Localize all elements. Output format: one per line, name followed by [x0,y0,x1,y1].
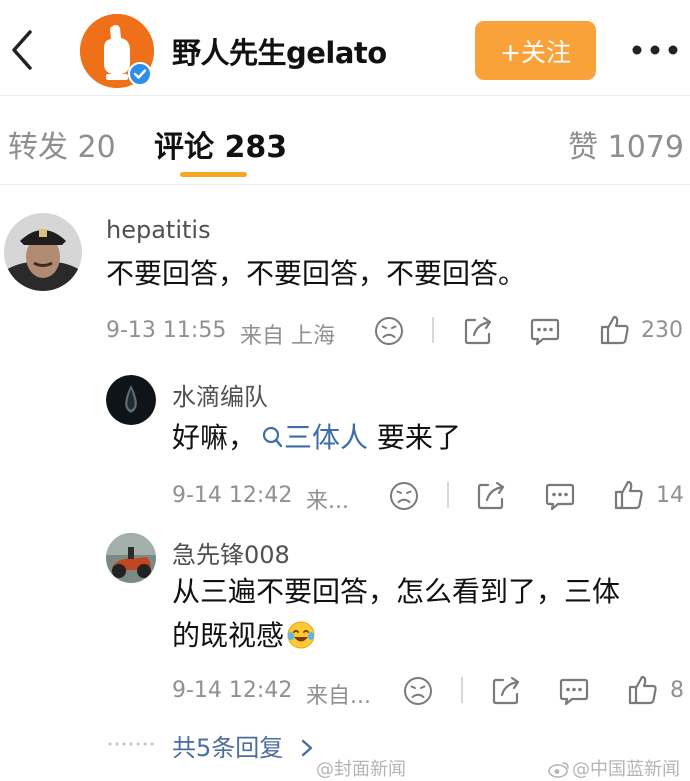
comment-icon [530,318,560,346]
reply-time: 9-14 12:42 [172,678,293,703]
watermark-right: @中国蓝新闻 [548,755,680,781]
comment-username[interactable]: hepatitis [106,216,211,244]
share-icon [492,676,520,705]
weibo-logo-icon [548,762,569,778]
comment-time: 9-13 11:55 [106,318,227,343]
like-count: 14 [656,483,684,508]
chevron-right-icon [301,739,313,757]
reply-dots-divider [108,742,154,746]
tab-like[interactable]: 赞 1079 [568,122,684,166]
like-button[interactable] [612,478,646,512]
follow-button[interactable]: +关注 [475,21,596,80]
like-count: 230 [641,318,683,343]
share-icon [464,316,492,345]
share-button[interactable] [474,479,508,513]
reply-username[interactable]: 急先锋008 [172,535,290,570]
reply-text-suffix: 要来了 [368,421,461,454]
comment-button[interactable] [528,314,562,348]
reply-text-line2-words: 的既视感 [172,619,285,652]
author-name[interactable]: 野人先生gelato [172,30,387,72]
tab-comment[interactable]: 评论 283 [154,122,287,166]
reply-location: 来自... [306,684,371,709]
more-button[interactable] [625,38,685,62]
reply-text-line2: 的既视感 [172,617,316,655]
reply-text: 好嘛， 三体人 要来了 [172,419,461,457]
avatar-hepatitis[interactable] [4,213,82,291]
topic-link[interactable]: 三体人 [256,421,368,454]
reply-text-line1: 从三遍不要回答，怎么看到了，三体 [172,575,621,608]
dislike-face-icon [375,317,403,345]
like-thumb-icon [614,480,643,510]
like-thumb-icon [600,315,629,345]
like-count: 8 [670,678,684,703]
share-button[interactable] [461,314,495,348]
watermark-right-label: @中国蓝新闻 [572,759,680,780]
reply-time: 9-14 12:42 [172,483,293,508]
dislike-button[interactable] [401,674,435,708]
like-button[interactable] [626,673,660,707]
back-button[interactable] [6,28,38,72]
watermark-left: @封面新闻 [316,759,406,780]
share-icon [477,481,505,510]
comment-location: 来自 上海 [240,324,335,349]
header-divider [0,95,690,96]
like-thumb-icon [628,675,657,705]
reply-text-prefix: 好嘛， [172,421,257,454]
dislike-button[interactable] [387,479,421,513]
tab-repost[interactable]: 转发 20 [8,122,116,166]
laugh-cry-emoji-icon [287,621,315,649]
dislike-button[interactable] [372,314,406,348]
comment-icon [545,483,575,511]
search-topic-icon [262,426,283,448]
avatar-jixianfeng[interactable] [106,533,156,583]
show-all-replies-link[interactable]: 共5条回复 [172,728,315,763]
like-button[interactable] [598,313,632,347]
back-arrow-icon [12,30,32,70]
show-all-replies-label: 共5条回复 [172,734,284,762]
verified-badge-icon [128,62,152,86]
topic-link-label: 三体人 [284,421,369,454]
comment-icon [559,678,589,706]
action-separator [461,677,463,703]
verified-badge [128,62,152,86]
reply-username[interactable]: 水滴编队 [172,377,268,412]
comment-text: 不要回答，不要回答，不要回答。 [106,257,527,290]
tabs-divider [0,184,690,185]
comment-button[interactable] [543,479,577,513]
dislike-face-icon [404,677,432,705]
more-icon [632,45,678,55]
share-button[interactable] [489,674,523,708]
action-separator [432,317,434,343]
comment-button[interactable] [557,674,591,708]
active-tab-indicator [180,172,247,177]
action-separator [447,482,449,508]
avatar-shuidi[interactable] [106,375,156,425]
reply-location: 来... [306,489,349,514]
dislike-face-icon [390,482,418,510]
